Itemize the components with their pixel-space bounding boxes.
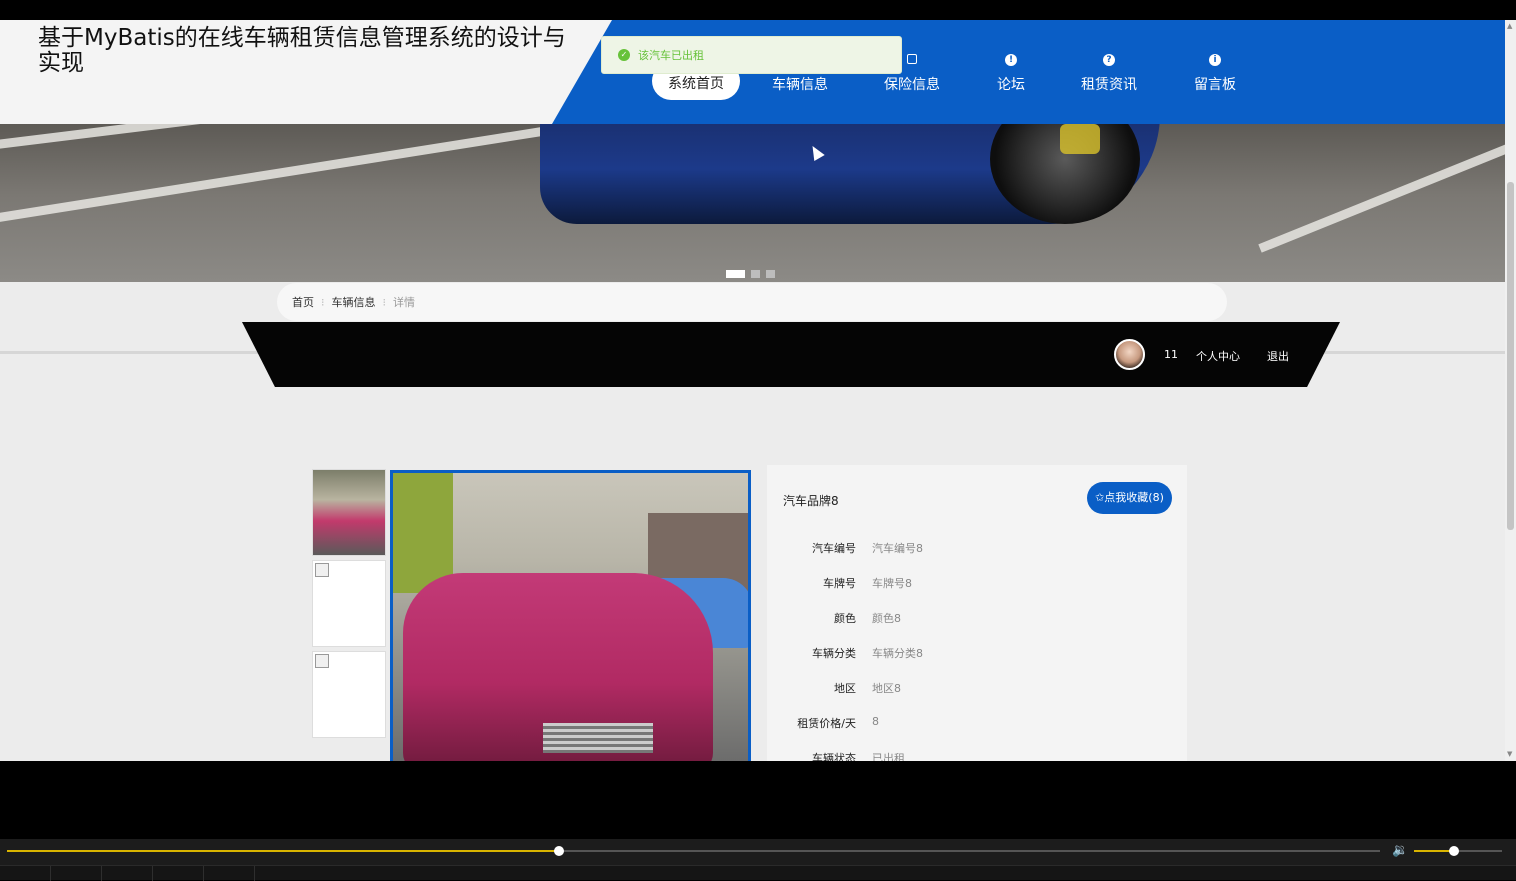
player-button[interactable] <box>102 866 153 881</box>
detail-key: 车辆状态 <box>812 752 856 761</box>
check-circle-icon: ✓ <box>618 49 630 61</box>
breadcrumb-vehicle-info[interactable]: 车辆信息 <box>332 294 376 310</box>
player-button[interactable] <box>204 866 255 881</box>
seek-handle[interactable] <box>553 846 564 856</box>
nav-insurance-info-label: 保险信息 <box>884 77 940 93</box>
breadcrumb-home[interactable]: 首页 <box>292 294 314 310</box>
header-title-area: 基于MyBatis的在线车辆租赁信息管理系统的设计与实现 <box>0 20 620 124</box>
detail-value: 车辆分类8 <box>872 647 923 660</box>
detail-value: 地区8 <box>872 682 901 695</box>
detail-row: 车辆状态 已出租 <box>767 750 1187 761</box>
nav-home-label: 系统首页 <box>668 76 724 92</box>
carousel-indicators <box>726 270 775 278</box>
breadcrumb-current: 详情 <box>393 296 415 309</box>
detail-key: 车牌号 <box>823 577 856 590</box>
detail-key: 租赁价格/天 <box>797 717 856 730</box>
scroll-down-arrow-icon[interactable]: ▼ <box>1507 750 1512 758</box>
detail-value: 颜色8 <box>872 612 901 625</box>
gallery-thumbnail-1[interactable] <box>312 469 386 556</box>
detail-row: 租赁价格/天 8 <box>767 715 1187 731</box>
detail-key: 颜色 <box>834 612 856 625</box>
nav-rental-news-label: 租赁资讯 <box>1081 77 1137 93</box>
detail-row: 汽车编号 汽车编号8 <box>767 540 1187 556</box>
seek-progress <box>7 850 559 852</box>
video-player-controls: 🔉 <box>0 839 1516 881</box>
page-scrollbar[interactable]: ▲ ▼ <box>1505 20 1516 761</box>
carousel-dot-2[interactable] <box>751 270 760 278</box>
detail-row: 地区 地区8 <box>767 680 1187 696</box>
detail-value: 已出租 <box>872 752 905 761</box>
nav-message-board-label: 留言板 <box>1194 77 1236 93</box>
detail-value: 车牌号8 <box>872 577 912 590</box>
detail-value: 汽车编号8 <box>872 542 923 555</box>
player-button[interactable] <box>51 866 102 881</box>
player-button[interactable] <box>153 866 204 881</box>
road-stripe <box>0 124 574 225</box>
gallery-thumbnail-2[interactable] <box>312 560 386 647</box>
nav-vehicle-info-label: 车辆信息 <box>772 77 828 93</box>
breadcrumb: 首页 ⁝ 车辆信息 ⁝ 详情 <box>277 283 1227 321</box>
scroll-up-arrow-icon[interactable]: ▲ <box>1507 22 1512 30</box>
banner-carousel[interactable] <box>0 124 1505 282</box>
info-icon: i <box>1209 54 1221 66</box>
volume-icon[interactable]: 🔉 <box>1392 843 1408 858</box>
main-car-photo <box>390 470 751 761</box>
volume-handle[interactable] <box>1448 846 1459 856</box>
detail-key: 汽车编号 <box>812 542 856 555</box>
nav-message-board[interactable]: i 留言板 <box>1180 50 1250 100</box>
toast-message: 该汽车已出租 <box>638 49 704 62</box>
site-title: 基于MyBatis的在线车辆租赁信息管理系统的设计与实现 <box>38 25 566 76</box>
carousel-dot-3[interactable] <box>766 270 775 278</box>
breadcrumb-separator: ⁝ <box>321 295 325 309</box>
detail-key: 地区 <box>834 682 856 695</box>
bag-icon <box>907 54 917 64</box>
player-button-strip <box>0 865 1516 881</box>
breadcrumb-separator: ⁝ <box>382 295 387 309</box>
browser-viewport: 基于MyBatis的在线车辆租赁信息管理系统的设计与实现 系统首页 车辆信息 保… <box>0 20 1516 761</box>
nav-rental-news[interactable]: ? 租赁资讯 <box>1070 50 1148 100</box>
seek-bar[interactable] <box>7 846 1380 856</box>
detail-value: 8 <box>872 715 879 728</box>
brake-caliper-image <box>1060 124 1100 154</box>
vehicle-brand: 汽车品牌8 <box>783 494 839 508</box>
player-button[interactable] <box>0 866 51 881</box>
detail-key: 车辆分类 <box>812 647 856 660</box>
volume-level <box>1414 850 1454 852</box>
logout-link[interactable]: 退出 <box>1267 348 1289 364</box>
volume-slider[interactable] <box>1414 846 1502 856</box>
gallery-thumbnail-3[interactable] <box>312 651 386 738</box>
avatar[interactable] <box>1114 339 1145 370</box>
scrollbar-thumb[interactable] <box>1507 182 1514 530</box>
detail-row: 颜色 颜色8 <box>767 610 1187 626</box>
exclamation-icon: ! <box>1005 54 1017 66</box>
question-icon: ? <box>1103 54 1115 66</box>
detail-row: 车辆分类 车辆分类8 <box>767 645 1187 661</box>
vehicle-detail-card: 汽车品牌8 ✩点我收藏(8) 汽车编号 汽车编号8 车牌号 车牌号8 颜色 颜色… <box>767 465 1187 761</box>
detail-row: 车牌号 车牌号8 <box>767 575 1187 591</box>
screen: 基于MyBatis的在线车辆租赁信息管理系统的设计与实现 系统首页 车辆信息 保… <box>0 0 1516 881</box>
nav-forum-label: 论坛 <box>997 77 1025 93</box>
road-stripe <box>1258 139 1505 253</box>
profile-link[interactable]: 个人中心 <box>1196 348 1240 364</box>
photo-car-grille <box>543 723 653 753</box>
favorite-button[interactable]: ✩点我收藏(8) <box>1087 482 1172 514</box>
carousel-dot-1[interactable] <box>726 270 745 278</box>
nav-forum[interactable]: ! 论坛 <box>980 50 1042 100</box>
username: 11 <box>1164 348 1178 361</box>
success-toast: ✓ 该汽车已出租 <box>601 36 902 74</box>
